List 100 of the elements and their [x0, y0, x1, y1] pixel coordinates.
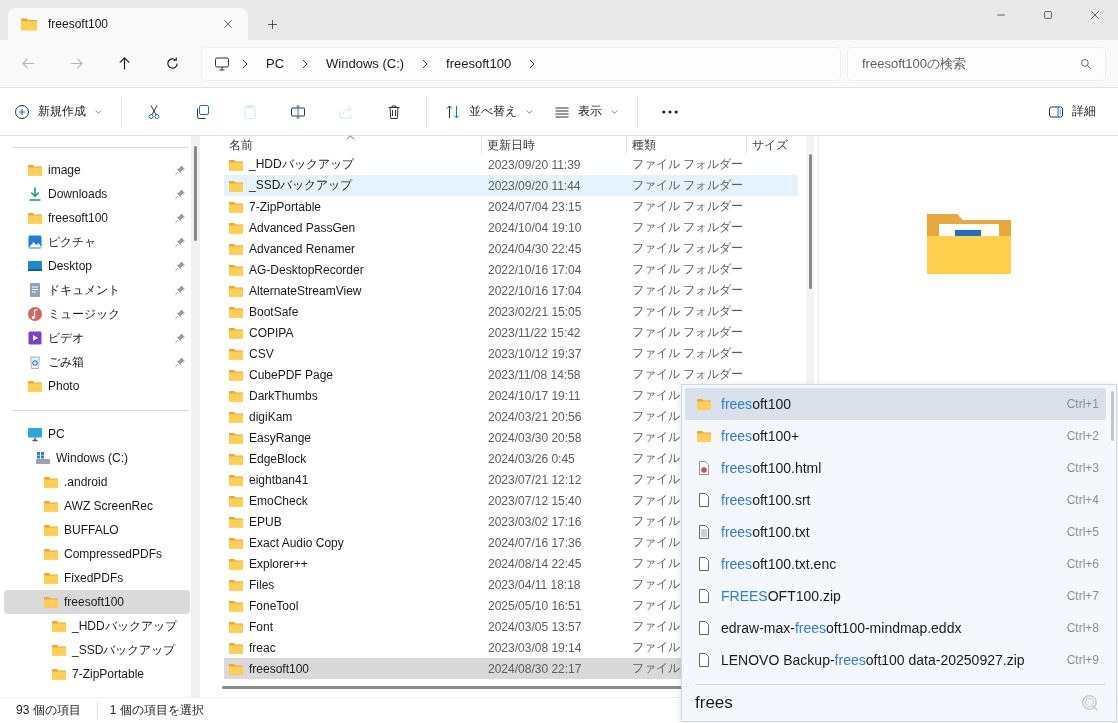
- sort-icon: [445, 103, 461, 120]
- folder-icon: [51, 642, 67, 658]
- search-result[interactable]: freesoft100.txt Ctrl+5: [685, 516, 1106, 548]
- shortcut-label: Ctrl+1: [1066, 397, 1099, 411]
- folder-icon: [696, 428, 712, 444]
- file-icon: [696, 492, 712, 508]
- file-row[interactable]: CubePDF Page 2023/11/08 14:58 ファイル フォルダー: [224, 364, 798, 385]
- sidebar-item[interactable]: ピクチャ: [4, 230, 190, 254]
- scrollbar[interactable]: [809, 154, 812, 289]
- search-field[interactable]: freesoft100の検索: [848, 47, 1105, 80]
- file-row[interactable]: 7-ZipPortable 2024/07/04 23:15 ファイル フォルダー: [224, 196, 798, 217]
- file-row[interactable]: _HDDバックアップ 2023/09/20 11:39 ファイル フォルダー: [224, 154, 798, 175]
- folder-icon: [43, 498, 59, 514]
- address-bar[interactable]: PC Windows (C:) freesoft100: [202, 47, 840, 80]
- modified-date: 2025/05/10 16:51: [487, 598, 583, 613]
- view-button[interactable]: 表示: [548, 95, 625, 128]
- sidebar-item[interactable]: ごみ箱: [4, 350, 190, 374]
- music-icon: [27, 306, 43, 322]
- folder-icon: [696, 396, 712, 412]
- file-row[interactable]: Advanced PassGen 2024/10/04 19:10 ファイル フォルダー: [224, 217, 798, 238]
- modified-date: 2023/07/12 15:40: [487, 493, 583, 508]
- file-icon: [696, 556, 712, 572]
- scrollbar[interactable]: [1111, 391, 1114, 441]
- file-name: EPUB: [249, 514, 282, 529]
- modified-date: 2023/11/22 15:42: [487, 325, 582, 340]
- modified-date: 2024/10/04 19:10: [487, 220, 583, 235]
- search-result[interactable]: edraw-max-freesoft100-mindmap.eddx Ctrl+8: [685, 612, 1106, 644]
- sidebar-item[interactable]: freesoft100: [4, 206, 190, 230]
- tree-item[interactable]: CompressedPDFs: [4, 542, 190, 566]
- file-type: ファイル: [632, 618, 680, 635]
- sort-button[interactable]: 並べ替え: [439, 95, 540, 128]
- column-header[interactable]: 更新日時: [482, 136, 627, 154]
- tree-item[interactable]: freesoft100: [4, 590, 190, 614]
- modified-date: 2022/10/16 17:04: [487, 262, 583, 277]
- modified-date: 2024/03/26 0:45: [487, 451, 576, 466]
- file-name: AlternateStreamView: [249, 283, 362, 298]
- modified-date: 2023/09/20 11:44: [487, 178, 582, 193]
- tree-item[interactable]: FixedPDFs: [4, 566, 190, 590]
- search-result[interactable]: FREESOFT100.zip Ctrl+7: [685, 580, 1106, 612]
- status-text: 93 個の項目: [16, 702, 81, 719]
- file-type: ファイル: [632, 492, 680, 509]
- file-type: ファイル: [632, 597, 680, 614]
- search-result[interactable]: freesoft100+ Ctrl+2: [685, 420, 1106, 452]
- shortcut-label: Ctrl+3: [1066, 461, 1099, 475]
- search-icon: [1080, 57, 1092, 70]
- breadcrumb-item[interactable]: freesoft100: [440, 54, 518, 73]
- tree-item[interactable]: 7-ZipPortable: [4, 662, 190, 686]
- scrollbar[interactable]: [194, 146, 197, 241]
- file-type: ファイル フォルダー: [632, 345, 744, 362]
- search-input[interactable]: frees: [695, 693, 1055, 713]
- file-type: ファイル: [632, 450, 680, 467]
- folder-icon: [43, 522, 59, 538]
- file-row[interactable]: COPIPA 2023/11/22 15:42 ファイル フォルダー: [224, 322, 798, 343]
- file-row[interactable]: Advanced Renamer 2024/04/30 22:45 ファイル フォルダー: [224, 238, 798, 259]
- details-button[interactable]: 詳細: [1042, 95, 1102, 128]
- search-result[interactable]: freesoft100.html Ctrl+3: [685, 452, 1106, 484]
- sidebar-item[interactable]: ビデオ: [4, 326, 190, 350]
- breadcrumb-item[interactable]: PC: [260, 54, 291, 73]
- result-name: freesoft100.txt.enc: [721, 556, 837, 572]
- tree-item[interactable]: AWZ ScreenRec: [4, 494, 190, 518]
- scissors-icon: [146, 103, 162, 120]
- tree-item[interactable]: .android: [4, 470, 190, 494]
- new-button[interactable]: 新規作成: [8, 95, 109, 128]
- file-row[interactable]: BootSafe 2023/02/21 15:05 ファイル フォルダー: [224, 301, 798, 322]
- breadcrumb-item[interactable]: Windows (C:): [320, 54, 411, 73]
- sidebar-item[interactable]: Downloads: [4, 182, 190, 206]
- sidebar-item[interactable]: ドキュメント: [4, 278, 190, 302]
- tree-item[interactable]: _SSDバックアップ: [4, 638, 190, 662]
- tree-item[interactable]: Windows (C:): [4, 446, 190, 470]
- column-header[interactable]: 種類: [627, 136, 747, 154]
- search-result[interactable]: freesoft100.txt.enc Ctrl+6: [685, 548, 1106, 580]
- file-row[interactable]: AG-DesktopRecorder 2022/10/16 17:04 ファイル フォルダー: [224, 259, 798, 280]
- file-type: ファイル: [632, 534, 680, 551]
- result-name: freesoft100.html: [721, 460, 822, 476]
- file-row[interactable]: CSV 2023/10/12 19:37 ファイル フォルダー: [224, 343, 798, 364]
- modified-date: 2023/09/20 11:39: [487, 157, 582, 172]
- search-result[interactable]: freesoft100.srt Ctrl+4: [685, 484, 1106, 516]
- file-type: ファイル: [632, 555, 680, 572]
- column-header[interactable]: サイズ: [747, 136, 798, 154]
- modified-date: 2023/04/11 18:18: [487, 577, 582, 592]
- modified-date: 2023/11/08 14:58: [487, 367, 582, 382]
- tree-item[interactable]: PC: [4, 422, 190, 446]
- result-name: freesoft100.srt: [721, 492, 811, 508]
- folder-icon: [43, 570, 59, 586]
- column-header[interactable]: 名前: [224, 136, 482, 154]
- tree-item[interactable]: BUFFALO: [4, 518, 190, 542]
- file-row[interactable]: AlternateStreamView 2022/10/16 17:04 ファイル フォルダー: [224, 280, 798, 301]
- sidebar-item[interactable]: Photo: [4, 374, 190, 398]
- file-type: ファイル フォルダー: [632, 303, 744, 320]
- chevron-icon: [240, 58, 250, 69]
- file-name: BootSafe: [249, 304, 299, 319]
- sidebar-item[interactable]: ミュージック: [4, 302, 190, 326]
- shortcut-label: Ctrl+6: [1066, 557, 1099, 571]
- sidebar-item[interactable]: image: [4, 158, 190, 182]
- tree-item[interactable]: _HDDバックアップ: [4, 614, 190, 638]
- file-type: ファイル フォルダー: [632, 219, 744, 236]
- file-row[interactable]: _SSDバックアップ 2023/09/20 11:44 ファイル フォルダー: [224, 175, 798, 196]
- tab[interactable]: freesoft100: [8, 8, 248, 40]
- search-result[interactable]: freesoft100 Ctrl+1: [685, 388, 1106, 420]
- sidebar-item[interactable]: Desktop: [4, 254, 190, 278]
